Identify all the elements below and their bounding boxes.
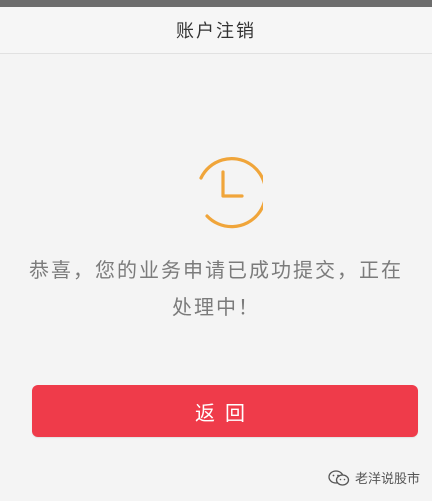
result-content: 恭喜，您的业务申请已成功提交，正在处理中！ 返回: [0, 54, 432, 501]
page-title: 账户注销: [176, 21, 256, 42]
status-bar: [0, 0, 432, 7]
watermark-text: 老洋说股市: [354, 472, 420, 487]
submission-success-message: 恭喜，您的业务申请已成功提交，正在处理中！: [29, 258, 403, 319]
watermark: 老洋说股市: [328, 468, 420, 487]
navigation-bar: 账户注销: [0, 7, 432, 54]
back-button[interactable]: 返回: [32, 385, 418, 437]
clock-icon: [199, 157, 263, 229]
wechat-icon: [328, 469, 350, 486]
